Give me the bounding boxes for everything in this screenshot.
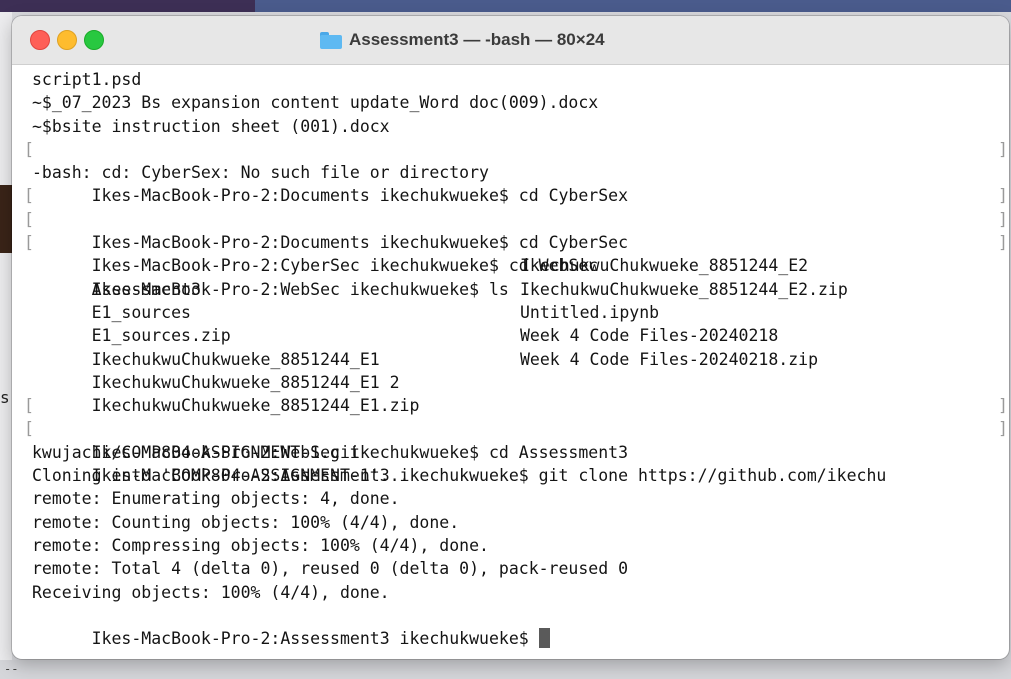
line-marker-open: [ [24,233,34,253]
terminal-line: remote: Total 4 (delta 0), reused 0 (del… [32,559,629,579]
desktop-text-fragment: s [0,388,10,407]
terminal-line: Cloning into 'COMP804-ASSIGNMENT-1'... [32,466,410,486]
ls-output-row: IkechukwuChukwueke_8851244_E1 Week 4 Cod… [32,324,1009,368]
terminal-line: ~$_07_2023 Bs expansion content update_W… [32,93,599,113]
ls-entry: Week 4 Code Files-20240218.zip [520,349,819,369]
terminal-line: remote: Counting objects: 100% (4/4), do… [32,512,460,532]
window-title: Assessment3 — -bash — 80×24 [320,28,605,52]
line-marker-open: [ [24,186,34,206]
terminal-current-prompt[interactable]: Ikes-MacBook-Pro-2:Assessment3 ikechukwu… [32,604,1009,649]
line-marker-open: [ [24,419,34,439]
terminal-prompt-line: [ Ikes-MacBook-Pro-2:Documents ikechukwu… [24,184,1009,252]
line-marker-close: ] [998,186,1008,206]
folder-icon [320,31,342,49]
terminal-cursor[interactable] [538,628,550,649]
terminal-window[interactable]: Assessment3 — -bash — 80×24 script1.psd … [12,16,1009,659]
terminal-prompt-line: [ Ikes-MacBook-Pro-2:Assessment3 ikechuk… [24,417,1009,485]
terminal-prompt-line: [ Ikes-MacBook-Pro-2:WebSec ikechukwueke… [24,231,1009,299]
ls-output-row: IkechukwuChukwueke_8851244_E1 2 Week 4 C… [32,348,1009,392]
line-marker-close: ] [998,233,1008,253]
line-marker-open: [ [24,396,34,416]
terminal-line: ~$bsite instruction sheet (001).docx [32,116,390,136]
ls-entry: Week 4 Code Files-20240218 [520,326,779,346]
line-marker-close: ] [998,139,1008,159]
ls-output-row: E1_sources.zip Untitled.ipynb [32,301,1009,345]
window-titlebar[interactable]: Assessment3 — -bash — 80×24 [12,16,1009,65]
line-marker-close: ] [998,396,1008,416]
desktop-background-window [0,0,255,12]
terminal-line: script1.psd [32,70,142,89]
desktop-thumbnail [0,185,12,253]
line-marker-close: ] [998,419,1008,439]
desktop-background-left [0,12,12,679]
terminal-line: remote: Enumerating objects: 4, done. [32,489,400,509]
terminal-prompt-line: [ Ikes-MacBook-Pro-2:CyberSec ikechukwue… [24,208,1009,276]
ls-output-row: Assessment3 IkechukwuChukwueke_8851244_E… [32,254,1009,298]
ls-output-row: IkechukwuChukwueke_8851244_E1.zip [32,371,1009,415]
desktop-background-bottom [0,660,1011,679]
close-window-button[interactable] [30,30,50,50]
terminal-line: kwujachi/COMP804-ASSIGNMENT-1.git [32,442,360,462]
terminal-prompt-line: [ Ikes-MacBook-Pro-2:WebSec ikechukwueke… [24,394,1009,462]
window-title-text: Assessment3 — -bash — 80×24 [349,30,605,49]
desktop-dash-fragment: -- [4,662,19,676]
terminal-prompt-text: Ikes-MacBook-Pro-2:Assessment3 ikechukwu… [91,629,539,649]
terminal-output[interactable]: script1.psd ~$_07_2023 Bs expansion cont… [24,68,1009,658]
terminal-prompt-line: [ Ikes-MacBook-Pro-2:Documents ikechukwu… [24,138,1009,206]
ls-output-row: E1_sources IkechukwuChukwueke_8851244_E2… [32,278,1009,322]
line-marker-close: ] [998,209,1008,229]
ls-entry: IkechukwuChukwueke_8851244_E2.zip [520,279,848,299]
zoom-window-button[interactable] [84,30,104,50]
ls-entry: Untitled.ipynb [520,302,660,322]
line-marker-open: [ [24,209,34,229]
terminal-error-line: -bash: cd: CyberSex: No such file or dir… [32,163,489,183]
ls-entry: IkechukwuChukwueke_8851244_E2 [520,256,809,276]
terminal-line: Receiving objects: 100% (4/4), done. [32,582,390,602]
line-marker-open: [ [24,139,34,159]
terminal-line: remote: Compressing objects: 100% (4/4),… [32,535,489,555]
minimize-window-button[interactable] [57,30,77,50]
